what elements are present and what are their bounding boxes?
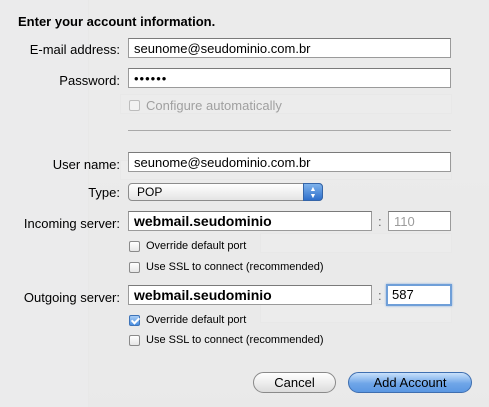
cancel-button[interactable]: Cancel (253, 372, 336, 393)
type-label: Type: (88, 185, 120, 200)
configure-automatically-checkbox[interactable]: Configure automatically (129, 98, 282, 113)
password-label: Password: (59, 73, 120, 88)
outgoing-server-label: Outgoing server: (23, 290, 120, 305)
username-label: User name: (52, 157, 120, 172)
incoming-override-port-label: Override default port (146, 240, 247, 252)
email-field[interactable]: seunome@seudominio.com.br (128, 38, 451, 58)
sheet-heading: Enter your account information. (18, 14, 216, 29)
incoming-override-port-checkbox[interactable]: Override default port (129, 240, 246, 252)
checkbox-box (129, 334, 140, 346)
checkbox-box-checked (129, 314, 140, 326)
add-account-button[interactable]: Add Account (348, 372, 472, 393)
checkbox-box (129, 240, 140, 252)
type-select-value: POP (137, 185, 163, 199)
outgoing-port-field[interactable]: 587 (386, 284, 452, 306)
incoming-server-label: Incoming server: (23, 216, 120, 231)
incoming-server-field[interactable]: webmail.seudominio (128, 211, 372, 231)
account-setup-sheet: Enter your account information. E-mail a… (0, 0, 489, 407)
incoming-ssl-checkbox[interactable]: Use SSL to connect (recommended) (129, 261, 324, 273)
password-field[interactable]: •••••• (128, 68, 451, 88)
checkbox-box (129, 100, 140, 111)
email-label: E-mail address: (29, 42, 120, 57)
incoming-ssl-label: Use SSL to connect (recommended) (146, 261, 324, 273)
configure-automatically-label: Configure automatically (146, 98, 282, 113)
outgoing-ssl-checkbox[interactable]: Use SSL to connect (recommended) (129, 334, 324, 346)
incoming-port-colon: : (378, 214, 382, 229)
outgoing-server-field[interactable]: webmail.seudominio (128, 285, 372, 305)
outgoing-override-port-checkbox[interactable]: Override default port (129, 314, 246, 326)
username-field[interactable]: seunome@seudominio.com.br (128, 152, 451, 172)
separator (128, 130, 451, 131)
updown-arrows-icon: ▲ ▼ (303, 183, 323, 201)
outgoing-override-port-label: Override default port (146, 314, 247, 326)
outgoing-ssl-label: Use SSL to connect (recommended) (146, 334, 324, 346)
type-select[interactable]: POP ▲ ▼ (128, 183, 323, 201)
checkbox-box (129, 261, 140, 273)
outgoing-port-colon: : (378, 288, 382, 303)
incoming-port-field[interactable]: 110 (388, 211, 451, 231)
